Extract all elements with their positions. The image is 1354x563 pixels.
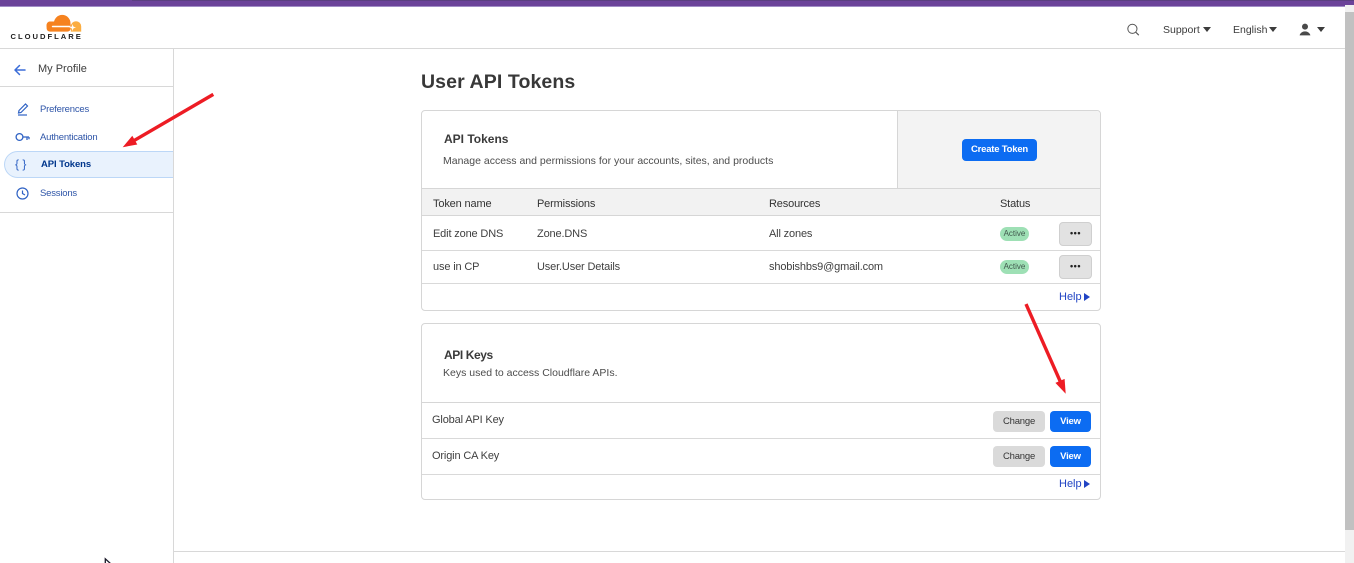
svg-text:CLOUDFLARE: CLOUDFLARE bbox=[11, 32, 83, 41]
